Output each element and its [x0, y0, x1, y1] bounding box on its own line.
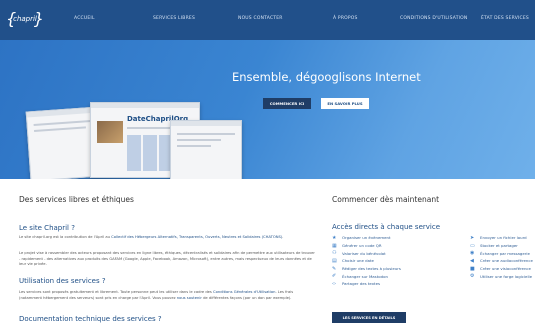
- cat-image: [97, 121, 123, 143]
- service-label: Organiser un évènement: [342, 235, 391, 241]
- mockup-titlebar: [171, 121, 241, 126]
- mockup-line: [177, 145, 211, 147]
- service-item[interactable]: ◀ Créer une audioconférence: [470, 257, 533, 265]
- usage-paragraph: Les services sont proposés gratuitement …: [19, 290, 315, 301]
- service-label: Partager des textes: [342, 281, 380, 287]
- nav-home[interactable]: ACCUEIL: [74, 16, 95, 21]
- hero-title: Ensemble, dégooglisons Internet: [232, 70, 421, 84]
- service-label: Choisir une date: [342, 258, 374, 264]
- service-item[interactable]: ✐ Échanger sur Mastodon: [332, 272, 401, 280]
- logo-bracket-left-icon: {: [6, 9, 17, 28]
- paragraph-text: .: [282, 235, 284, 239]
- service-item[interactable]: ■ Créer une visioconférence: [470, 265, 533, 273]
- folder-icon: ▭: [470, 242, 475, 249]
- screenshot-mockup-3: [170, 120, 242, 179]
- chat-icon: ◉: [470, 250, 475, 257]
- service-label: Valoriser du bénévolat: [342, 250, 386, 256]
- hero-banner: DateChaprilOrg Ensemble, dégooglisons In…: [0, 40, 535, 179]
- logo-bracket-right-icon: }: [33, 9, 44, 28]
- site-chapril-paragraph-2: Le projet vise à rassembler des acteurs …: [19, 251, 315, 266]
- section-title-start-now: Commencer dès maintenant: [332, 195, 440, 204]
- forge-icon: ⚙: [470, 273, 475, 280]
- paragraph-text: de différentes façons (par un don par ex…: [201, 295, 292, 300]
- service-item[interactable]: ★ Organiser un évènement: [332, 234, 401, 242]
- qr-icon: ▦: [332, 242, 337, 249]
- edit-icon: ✐: [332, 273, 337, 280]
- start-here-button[interactable]: COMMENCER ICI: [263, 98, 311, 109]
- service-item[interactable]: ▤ Choisir une date: [332, 257, 401, 265]
- service-item[interactable]: ◉ Échanger par messagerie: [470, 249, 533, 257]
- paragraph-text: Le site chapril.org est la contribution …: [19, 235, 112, 239]
- chapril-logo[interactable]: { chapril }: [6, 7, 44, 31]
- audio-icon: ◀: [470, 257, 474, 264]
- code-icon: ‹›: [332, 280, 336, 287]
- service-label: Stocker et partager: [480, 243, 518, 249]
- service-label: Générer un code QR: [342, 243, 382, 249]
- service-item[interactable]: ▭ Stocker et partager: [470, 242, 533, 250]
- service-item[interactable]: ‹› Partager des textes: [332, 280, 401, 288]
- nav-terms[interactable]: CONDITIONS D'UTILISATION: [400, 16, 467, 21]
- services-list-right: ➤ Envoyer un fichier lourd ▭ Stocker et pa…: [470, 234, 533, 280]
- calendar-icon: ▤: [332, 257, 337, 264]
- video-icon: ■: [470, 265, 475, 272]
- mockup-titlebar: [91, 103, 199, 108]
- heading-usage: Utilisation des services ?: [19, 277, 106, 285]
- terms-link[interactable]: Conditions Générales d'Utilisation: [213, 290, 275, 294]
- pencil-icon: ✎: [332, 265, 337, 272]
- section-title-services: Des services libres et éthiques: [19, 195, 134, 204]
- nav-free-services[interactable]: SERVICES LIBRES: [153, 16, 195, 21]
- service-item[interactable]: ⚙ Utiliser une forge logicielle: [470, 272, 533, 280]
- volunteer-icon: ⚇: [332, 250, 337, 257]
- service-item[interactable]: ⚇ Valoriser du bénévolat: [332, 249, 401, 257]
- nav-service-status[interactable]: ÉTAT DES SERVICES: [481, 16, 529, 21]
- service-item[interactable]: ▦ Générer un code QR: [332, 242, 401, 250]
- heading-direct-access: Accès directs à chaque service: [332, 223, 441, 231]
- service-label: Rédiger des textes à plusieurs: [342, 266, 401, 272]
- service-item[interactable]: ✎ Rédiger des textes à plusieurs: [332, 265, 401, 273]
- star-icon: ★: [332, 234, 337, 241]
- service-item[interactable]: ➤ Envoyer un fichier lourd: [470, 234, 533, 242]
- learn-more-button[interactable]: EN SAVOIR PLUS: [321, 98, 369, 109]
- top-navigation: { chapril } ACCUEIL SERVICES LIBRES NOUS…: [0, 0, 535, 40]
- mockup-line: [177, 139, 221, 141]
- service-label: Créer une audioconférence: [480, 258, 533, 264]
- site-chapril-paragraph-1: Le site chapril.org est la contribution …: [19, 235, 315, 241]
- services-list-left: ★ Organiser un évènement ▦ Générer un code…: [332, 234, 401, 288]
- service-label: Échanger sur Mastodon: [342, 273, 388, 279]
- chatons-link[interactable]: Collectif des Hébergeurs Alternatifs, Tr…: [111, 235, 282, 239]
- heading-documentation: Documentation technique des services ?: [19, 315, 162, 323]
- send-icon: ➤: [470, 234, 475, 241]
- service-label: Envoyer un fichier lourd: [480, 235, 527, 241]
- mockup-line: [177, 133, 235, 135]
- service-label: Échanger par messagerie: [480, 250, 530, 256]
- services-details-button[interactable]: LES SERVICES EN DÉTAILS: [332, 312, 406, 323]
- paragraph-text: Les services sont proposés gratuitement …: [19, 290, 214, 294]
- service-label: Utiliser une forge logicielle: [480, 273, 532, 279]
- mockup-line: [33, 126, 87, 133]
- service-label: Créer une visioconférence: [480, 266, 531, 272]
- nav-about[interactable]: À PROPOS: [333, 16, 358, 21]
- support-us-link[interactable]: nous soutenir: [177, 296, 202, 300]
- nav-contact[interactable]: NOUS CONTACTER: [238, 16, 283, 21]
- heading-site-chapril: Le site Chapril ?: [19, 224, 75, 232]
